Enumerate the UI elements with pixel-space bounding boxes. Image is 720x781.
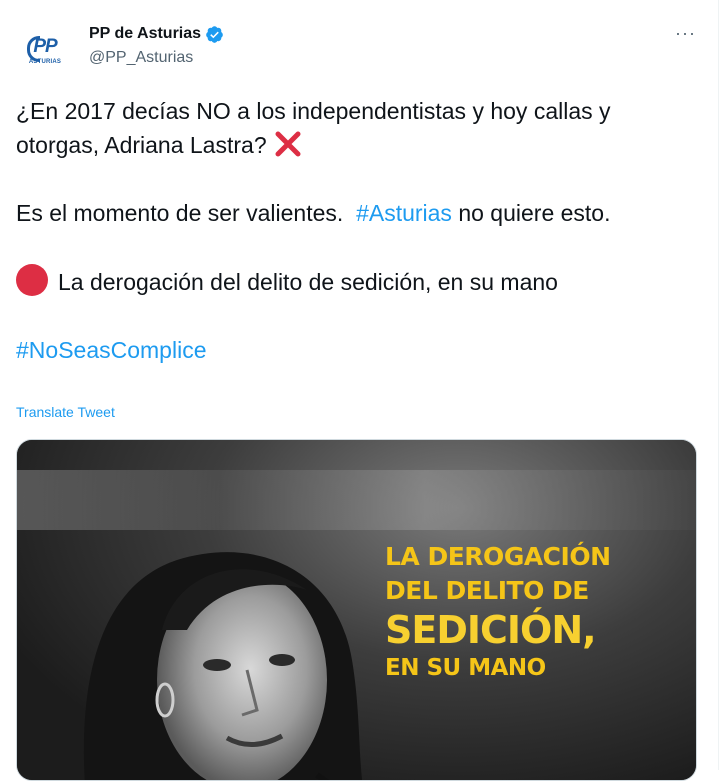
tweet-line-1: ¿En 2017 decías NO a los independentista…	[16, 94, 696, 162]
translate-tweet-link[interactable]: Translate Tweet	[16, 404, 115, 420]
hashtag-asturias[interactable]: #Asturias	[356, 200, 452, 226]
tweet-line-2-post: no quiere esto.	[458, 200, 611, 226]
tweet-header: PP ASTURIAS PP de Asturias @PP_Asturias …	[16, 14, 702, 80]
caption-line-4: EN SU MANO	[385, 655, 546, 681]
caption-line-1: LA DEROGACIÓN	[385, 542, 611, 571]
cross-mark-icon	[275, 131, 301, 157]
tweet-media-image[interactable]: LA DEROGACIÓN DEL DELITO DE SEDICIÓN, EN…	[16, 439, 697, 781]
tweet-line-2: Es el momento de ser valientes. #Asturia…	[16, 196, 696, 230]
tweet-line-4: #NoSeasComplice	[16, 333, 696, 367]
tweet-line-3: La derogación del delito de sedición, en…	[16, 264, 696, 299]
avatar[interactable]: PP ASTURIAS	[16, 22, 74, 80]
tweet-line-3-text: La derogación del delito de sedición, en…	[58, 269, 558, 295]
verified-badge-icon	[206, 25, 223, 43]
tweet-line-2-pre: Es el momento de ser valientes.	[16, 200, 344, 226]
author-names: PP de Asturias @PP_Asturias	[89, 24, 224, 68]
caption-line-2: DEL DELITO DE	[385, 576, 589, 605]
display-name-row[interactable]: PP de Asturias	[89, 24, 224, 44]
tweet[interactable]: PP ASTURIAS PP de Asturias @PP_Asturias …	[0, 0, 719, 781]
display-name[interactable]: PP de Asturias	[89, 24, 201, 44]
person-photo	[83, 552, 363, 780]
tweet-text: ¿En 2017 decías NO a los independentista…	[16, 94, 696, 367]
media-caption: LA DEROGACIÓN DEL DELITO DE SEDICIÓN, EN…	[385, 540, 685, 684]
handle[interactable]: @PP_Asturias	[89, 48, 224, 68]
pp-logo: PP	[27, 35, 58, 62]
red-circle-icon	[16, 264, 48, 296]
tweet-line-1-text: ¿En 2017 decías NO a los independentista…	[16, 98, 611, 158]
caption-line-3: SEDICIÓN,	[385, 608, 597, 652]
hashtag-noseascomplice[interactable]: #NoSeasComplice	[16, 337, 206, 363]
more-options-icon[interactable]: ···	[675, 24, 696, 42]
